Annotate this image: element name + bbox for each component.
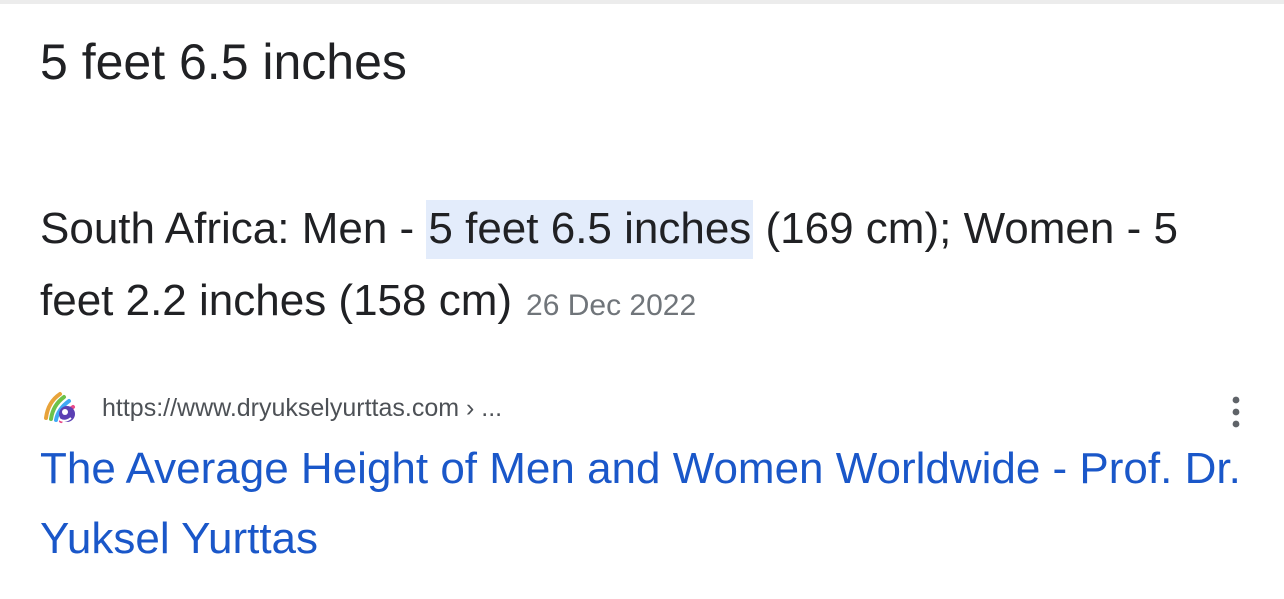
top-divider xyxy=(0,0,1284,4)
result-title-link[interactable]: The Average Height of Men and Women Worl… xyxy=(40,434,1260,574)
featured-answer: 5 feet 6.5 inches xyxy=(40,34,407,90)
snippet-prefix: South Africa: Men - xyxy=(40,204,427,253)
snippet-date: 26 Dec 2022 xyxy=(526,289,697,322)
result-source[interactable]: https://www.dryukselyurttas.com › ... xyxy=(40,388,502,428)
snippet-highlight: 5 feet 6.5 inches xyxy=(426,200,754,259)
featured-snippet: South Africa: Men - 5 feet 6.5 inches (1… xyxy=(40,193,1260,342)
more-vert-icon[interactable] xyxy=(1224,392,1248,432)
site-logo-icon xyxy=(44,392,75,423)
result-url[interactable]: https://www.dryukselyurttas.com › ... xyxy=(102,394,502,423)
